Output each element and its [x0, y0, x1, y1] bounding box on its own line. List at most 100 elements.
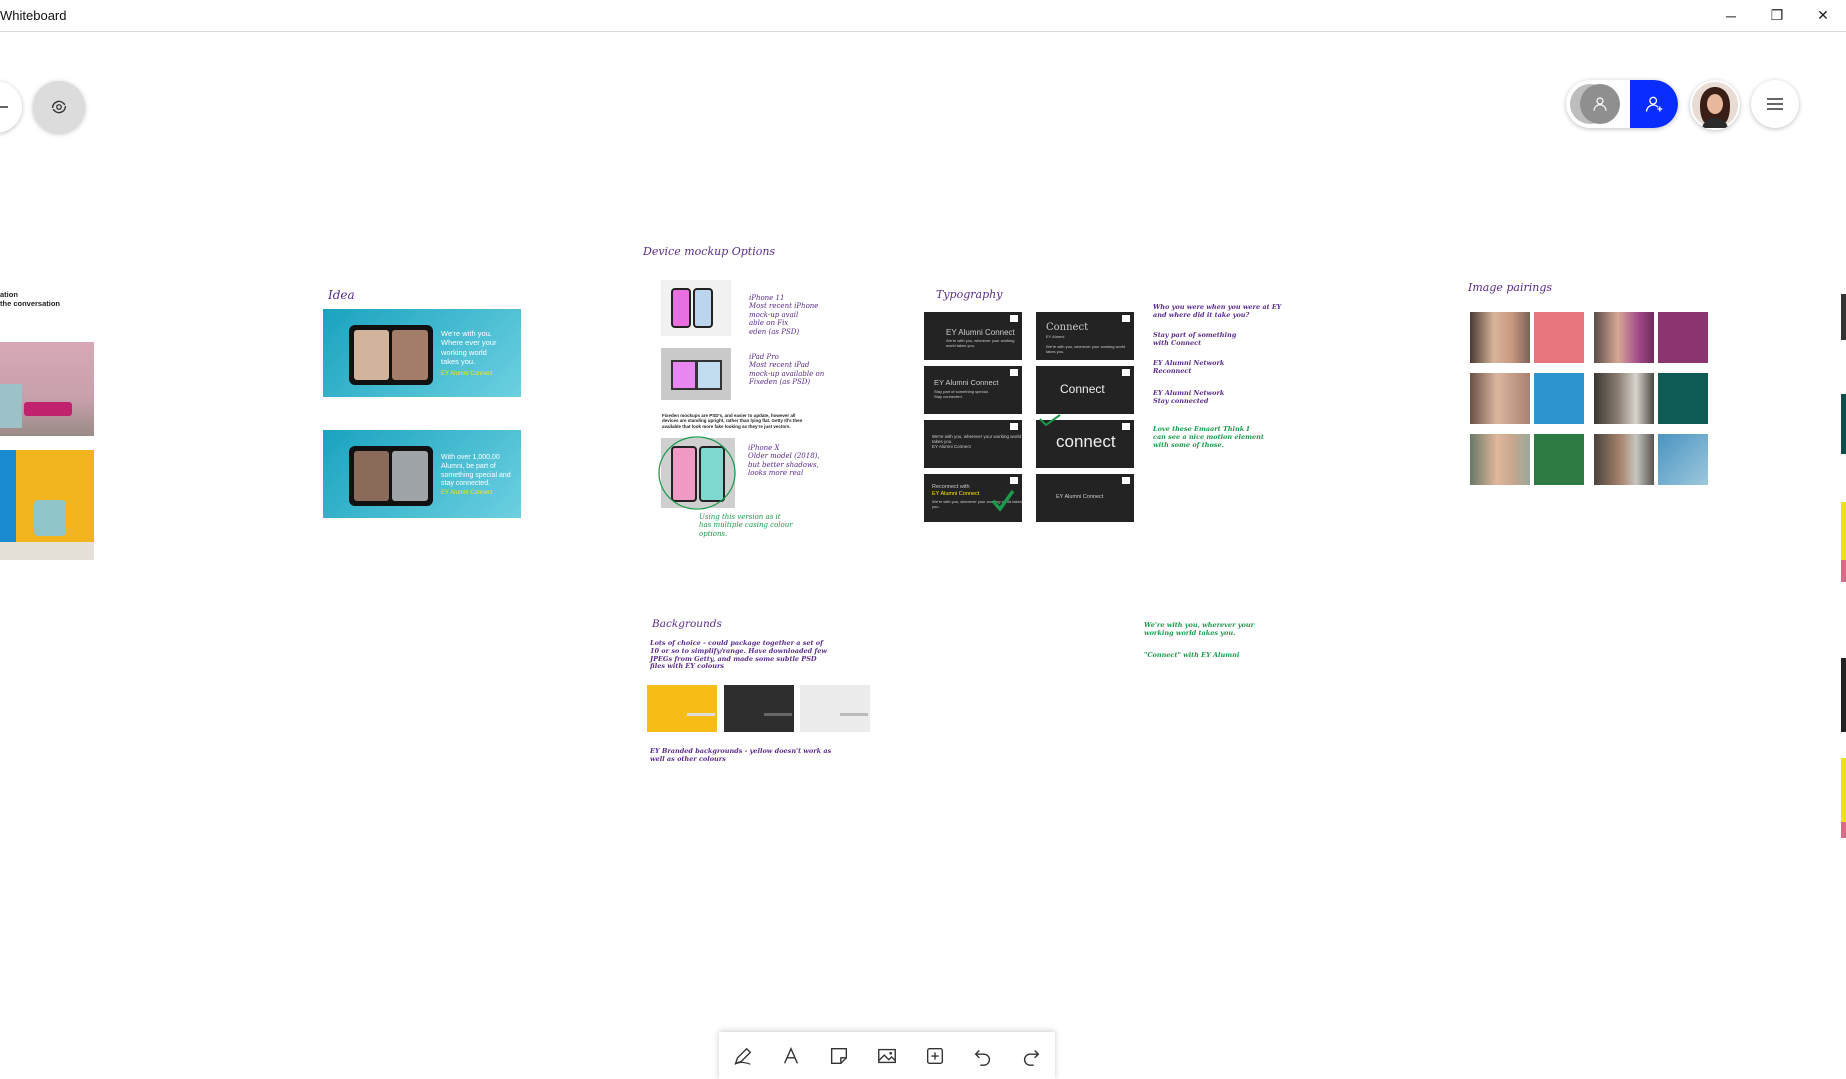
redo-button[interactable] — [1016, 1041, 1046, 1071]
invite-button[interactable] — [1630, 80, 1678, 128]
backgrounds-heading[interactable]: Backgrounds — [652, 618, 722, 631]
left-note[interactable]: ation the conversation — [0, 290, 60, 308]
typography-heading[interactable]: Typography — [936, 288, 1002, 301]
portrait-image[interactable] — [1594, 312, 1654, 363]
color-swatch[interactable] — [1658, 434, 1708, 485]
idea-heading[interactable]: Idea — [328, 288, 355, 302]
portrait-image[interactable] — [1470, 434, 1530, 485]
backgrounds-note[interactable]: EY Branded backgrounds - yellow doesn't … — [650, 747, 831, 764]
minimize-button[interactable]: ─ — [1708, 0, 1754, 31]
fixeden-note[interactable]: Fixeden mockups are PSD's, and easier to… — [662, 413, 812, 429]
offscreen-item[interactable] — [1841, 658, 1846, 732]
pen-icon — [734, 1047, 752, 1065]
slide-brand: EY Alumni Connect — [441, 371, 493, 377]
room-image-yellow[interactable] — [0, 450, 94, 560]
portrait-image[interactable] — [1594, 434, 1654, 485]
choice-note[interactable]: Using this version as it has multiple ca… — [699, 513, 793, 538]
menu-button[interactable] — [1751, 80, 1799, 128]
avatar[interactable] — [1690, 80, 1740, 130]
ey-logo — [1010, 477, 1018, 484]
portrait-image[interactable] — [1594, 373, 1654, 424]
card-title: connect — [1056, 432, 1116, 451]
image-pairings-heading[interactable]: Image pairings — [1468, 281, 1552, 294]
add-person-icon — [1645, 96, 1663, 112]
checkmark-annotation[interactable] — [1038, 413, 1062, 427]
offscreen-item[interactable] — [1841, 394, 1846, 454]
window-title: Whiteboard — [0, 8, 67, 23]
portrait-image[interactable] — [1470, 312, 1530, 363]
card-title: Reconnect with — [932, 484, 970, 490]
device-mockup-heading[interactable]: Device mockup Options — [643, 245, 775, 258]
color-swatch[interactable] — [1534, 312, 1584, 363]
tablet-mockup — [349, 446, 433, 506]
sofa-shape — [24, 402, 72, 416]
room-image-pink[interactable] — [0, 342, 94, 436]
typography-note[interactable]: Stay part of something with Connect — [1153, 331, 1236, 348]
tagline-note[interactable]: We're with you, wherever your working wo… — [1144, 621, 1254, 638]
sticky-note-tool-button[interactable] — [824, 1041, 854, 1071]
offscreen-item[interactable] — [1841, 294, 1846, 340]
card-body: We're with you, wherever your working wo… — [932, 434, 1022, 449]
sync-button[interactable] — [33, 81, 85, 133]
text-tool-button[interactable] — [776, 1041, 806, 1071]
add-tool-button[interactable] — [920, 1041, 950, 1071]
checkmark-annotation[interactable] — [990, 488, 1016, 514]
color-swatch[interactable] — [1658, 373, 1708, 424]
circle-annotation[interactable] — [654, 432, 740, 514]
background-swatch-light[interactable] — [800, 685, 870, 732]
typography-card[interactable]: Connect EY Alumni We're with you, wherev… — [1036, 312, 1134, 360]
typography-card[interactable]: EY Alumni Connect — [1036, 474, 1134, 522]
ey-logo — [1122, 315, 1130, 322]
backgrounds-note[interactable]: Lots of choice - could package together … — [650, 639, 827, 671]
tablet-shape — [696, 360, 722, 390]
iphonex-note[interactable]: iPhone X Older model (2018), but better … — [748, 444, 820, 478]
typography-note[interactable]: Love these Emaart Think I can see a nice… — [1153, 425, 1264, 449]
color-swatch[interactable] — [1534, 434, 1584, 485]
pen-tool-button[interactable] — [728, 1041, 758, 1071]
ey-logo — [1010, 315, 1018, 322]
inking-toolbar — [719, 1032, 1055, 1079]
typography-note[interactable]: EY Alumni Network Reconnect — [1153, 359, 1224, 376]
ey-logo — [1122, 369, 1130, 376]
image-tool-button[interactable] — [872, 1041, 902, 1071]
ipad-note[interactable]: iPad Pro Most recent iPad mock-up availa… — [749, 353, 824, 387]
card-title: EY Alumni Connect — [934, 378, 999, 387]
left-note-line: ation — [0, 290, 18, 299]
typography-note[interactable]: Who you were when you were at EY and whe… — [1153, 303, 1281, 320]
phone-shape — [693, 288, 713, 328]
image-detail — [0, 384, 22, 428]
whiteboard-canvas[interactable]: ation the conversation Idea We're with y… — [0, 32, 1846, 1079]
undo-icon — [974, 1049, 991, 1066]
typography-card[interactable]: connect — [1036, 420, 1134, 468]
typography-card[interactable]: EY Alumni Connect We're with you, wherev… — [924, 312, 1022, 360]
typography-card[interactable]: EY Alumni Connect Stay part of something… — [924, 366, 1022, 414]
typography-card[interactable]: We're with you, wherever your working wo… — [924, 420, 1022, 468]
swatch-detail — [764, 713, 792, 716]
back-button[interactable] — [0, 81, 22, 133]
participants-toggle[interactable] — [1566, 80, 1678, 128]
background-swatch-dark[interactable] — [724, 685, 794, 732]
typography-note[interactable]: EY Alumni Network Stay connected — [1153, 389, 1224, 406]
restore-button[interactable]: ❐ — [1754, 0, 1800, 31]
background-swatch-yellow[interactable] — [647, 685, 717, 732]
undo-button[interactable] — [968, 1041, 998, 1071]
slide-text: We're with you. Where ever your working … — [441, 329, 497, 367]
idea-slide-2[interactable]: With over 1,000,00 Alumni, be part of so… — [323, 430, 521, 518]
offscreen-item[interactable] — [1841, 560, 1846, 582]
offscreen-item[interactable] — [1841, 822, 1846, 838]
portrait-image[interactable] — [1470, 373, 1530, 424]
close-button[interactable]: ✕ — [1800, 0, 1846, 31]
restore-icon: ❐ — [1770, 7, 1784, 23]
typography-card[interactable]: Connect — [1036, 366, 1134, 414]
ipad-mockup[interactable] — [661, 348, 731, 400]
color-swatch[interactable] — [1658, 312, 1708, 363]
ey-logo — [1122, 477, 1130, 484]
participants-icon — [1580, 84, 1620, 124]
iphone11-mockup[interactable] — [661, 280, 731, 336]
color-swatch[interactable] — [1534, 373, 1584, 424]
idea-slide-1[interactable]: We're with you. Where ever your working … — [323, 309, 521, 397]
iphone11-note[interactable]: iPhone 11 Most recent iPhone mock-up ava… — [749, 294, 818, 336]
tagline-note[interactable]: "Connect" with EY Alumni — [1144, 651, 1239, 660]
card-body: Stay part of something special. Stay con… — [934, 389, 989, 399]
minimize-icon: ─ — [1726, 7, 1736, 24]
